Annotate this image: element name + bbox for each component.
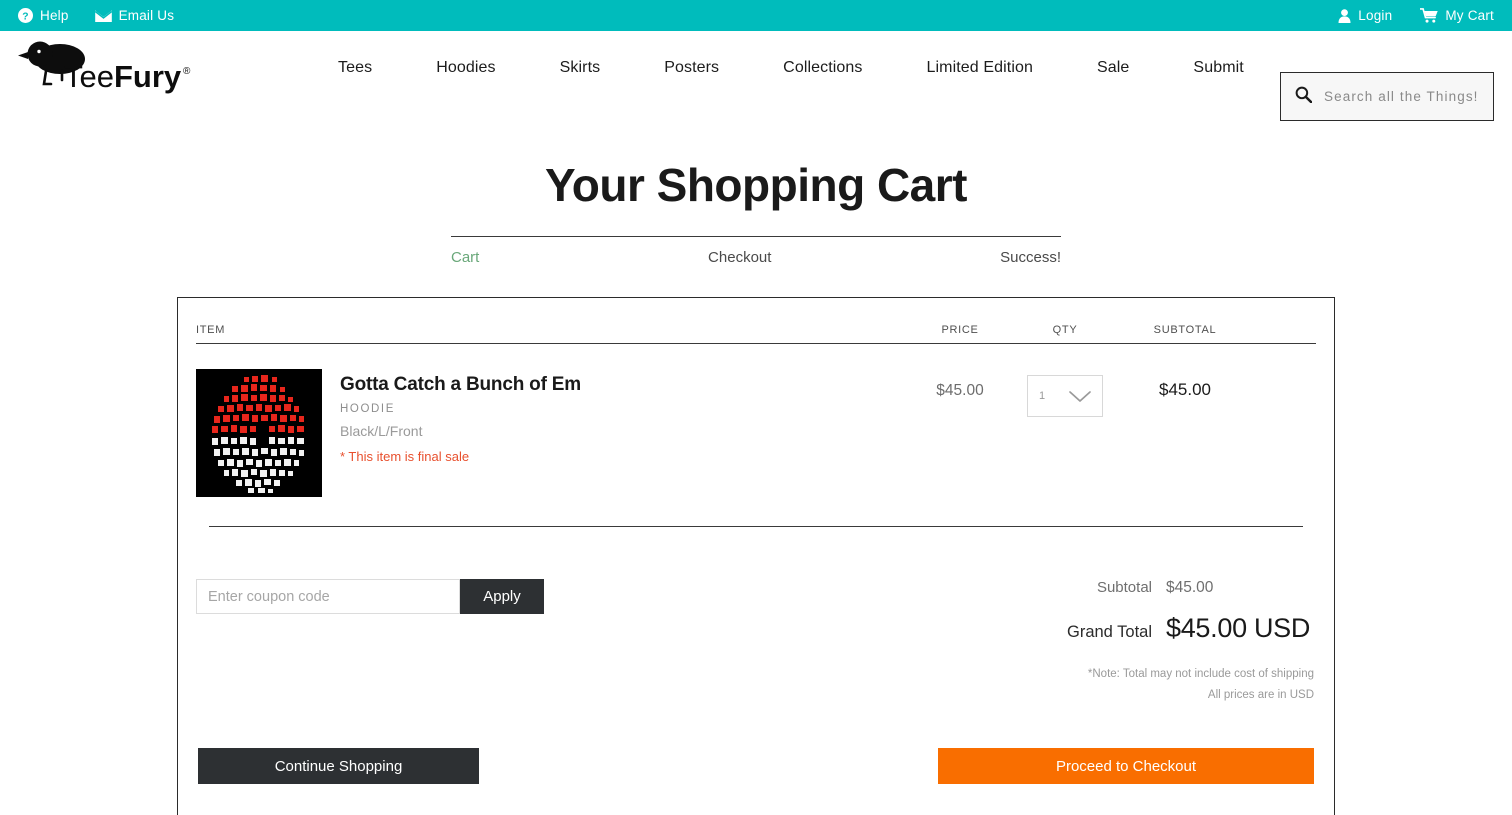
proceed-to-checkout-button[interactable]: Proceed to Checkout (938, 748, 1314, 784)
product-price: $45.00 (936, 382, 984, 399)
login-label: Login (1358, 8, 1393, 23)
nav-item-limited-edition[interactable]: Limited Edition (895, 59, 1065, 77)
column-header-subtotal: SUBTOTAL (1153, 324, 1217, 336)
email-us-label: Email Us (118, 8, 175, 23)
utility-bar-right: Login My Cart (1338, 8, 1494, 23)
quantity-value: 1 (1039, 390, 1046, 402)
order-totals: Subtotal $45.00 Grand Total $45.00 USD *… (1067, 579, 1316, 701)
nav-item-tees[interactable]: Tees (338, 59, 404, 77)
svg-text:?: ? (22, 11, 28, 22)
subtotal-value: $45.00 (1166, 579, 1214, 596)
final-sale-note: * This item is final sale (340, 449, 470, 464)
product-info: Gotta Catch a Bunch of Em HOODIE Black/L… (340, 369, 581, 497)
site-header: Tee Fury ® Tees Hoodies Skirts Posters C… (0, 31, 1512, 121)
coupon-form: Apply (196, 579, 544, 614)
cart-card: ITEM PRICE QTY SUBTOTAL Gotta Catch a Bu… (177, 297, 1335, 815)
progress-steps: Cart Checkout Success! (451, 249, 1061, 266)
grand-total-line: Grand Total $45.00 USD (1067, 613, 1314, 644)
my-cart-label: My Cart (1445, 8, 1494, 23)
nav-item-skirts[interactable]: Skirts (528, 59, 633, 77)
product-type: HOODIE (340, 403, 395, 415)
login-link[interactable]: Login (1338, 8, 1392, 23)
shipping-note: *Note: Total may not include cost of shi… (1087, 668, 1314, 680)
apply-coupon-button[interactable]: Apply (460, 579, 544, 614)
teefury-logo[interactable]: Tee Fury ® (18, 40, 193, 96)
product-options: Black/L/Front (340, 423, 423, 439)
nav-item-submit[interactable]: Submit (1161, 59, 1275, 77)
nav-item-collections[interactable]: Collections (751, 59, 894, 77)
main-navigation: Tees Hoodies Skirts Posters Collections … (338, 59, 1276, 77)
subtotal-line: Subtotal $45.00 (1067, 579, 1314, 597)
cart-item-cell: Gotta Catch a Bunch of Em HOODIE Black/L… (196, 369, 910, 497)
nav-item-sale[interactable]: Sale (1065, 59, 1161, 77)
coupon-input[interactable] (196, 579, 460, 614)
subtotal-label: Subtotal (1096, 579, 1152, 596)
help-label: Help (40, 8, 69, 23)
quantity-cell: 1 (1010, 369, 1120, 417)
help-circle-icon: ? (18, 8, 33, 23)
svg-text:Tee: Tee (64, 59, 114, 94)
svg-text:Fury: Fury (114, 59, 182, 94)
nav-item-hoodies[interactable]: Hoodies (404, 59, 527, 77)
user-icon (1338, 8, 1351, 23)
email-us-link[interactable]: Email Us (94, 8, 175, 23)
step-checkout[interactable]: Checkout (708, 249, 771, 266)
search-box[interactable] (1280, 72, 1494, 121)
currency-note: All prices are in USD (1207, 689, 1314, 701)
cart-summary-area: Apply Subtotal $45.00 Grand Total $45.00… (196, 579, 1316, 701)
cart-row-divider (209, 526, 1303, 527)
help-link[interactable]: ? Help (18, 8, 69, 23)
chevron-down-icon (1066, 388, 1094, 404)
column-header-item: ITEM (196, 324, 226, 336)
cart-table-header: ITEM PRICE QTY SUBTOTAL (196, 324, 1316, 344)
checkout-progress: Cart Checkout Success! (451, 236, 1061, 266)
column-header-price: PRICE (941, 324, 979, 336)
svg-text:®: ® (183, 66, 191, 77)
page-title: Your Shopping Cart (544, 159, 968, 211)
product-subtotal: $45.00 (1159, 380, 1211, 399)
continue-shopping-button[interactable]: Continue Shopping (198, 748, 479, 784)
product-title[interactable]: Gotta Catch a Bunch of Em (340, 374, 581, 396)
grand-total-label: Grand Total (1067, 623, 1152, 641)
utility-bar: ? Help Email Us Login My Cart (0, 0, 1512, 31)
grand-total-value: $45.00 USD (1166, 613, 1311, 643)
nav-item-posters[interactable]: Posters (632, 59, 751, 77)
envelope-icon (94, 9, 112, 22)
search-icon (1295, 86, 1313, 108)
progress-rule (451, 236, 1061, 237)
utility-bar-left: ? Help Email Us (18, 8, 174, 23)
quantity-select[interactable]: 1 (1027, 375, 1103, 417)
step-success[interactable]: Success! (1000, 249, 1061, 266)
search-input[interactable] (1324, 89, 1483, 104)
cart-icon (1420, 8, 1439, 23)
product-thumbnail[interactable] (196, 369, 322, 497)
step-cart[interactable]: Cart (451, 249, 479, 266)
my-cart-link[interactable]: My Cart (1420, 8, 1494, 23)
cart-actions: Continue Shopping Proceed to Checkout (196, 748, 1316, 784)
column-header-qty: QTY (1052, 324, 1078, 336)
cart-row: Gotta Catch a Bunch of Em HOODIE Black/L… (196, 344, 1316, 497)
